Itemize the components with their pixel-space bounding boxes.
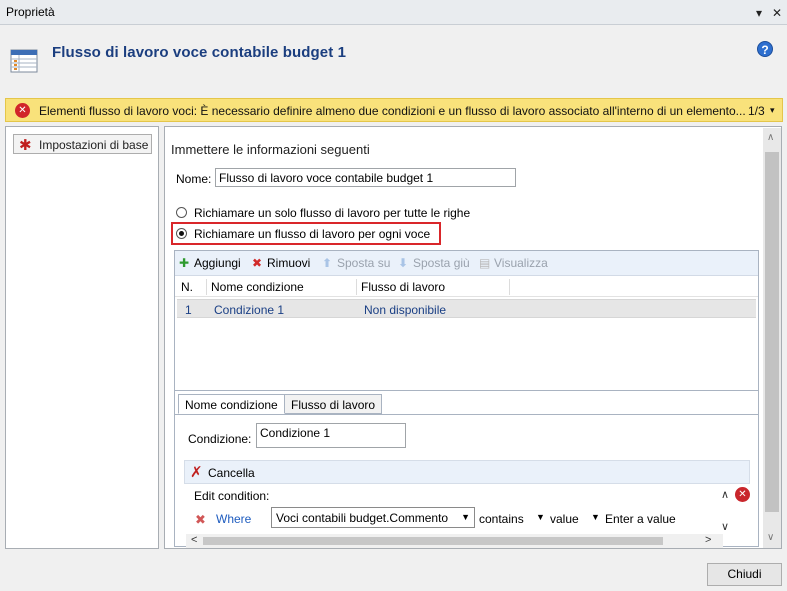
radio-single-workflow-label[interactable]: Richiamare un solo flusso di lavoro per … [194,206,470,220]
table-row[interactable]: 1 Condizione 1 Non disponibile [177,299,756,318]
delete-condition-icon[interactable]: ✕ [735,487,750,502]
error-dropdown-chevron-icon[interactable]: ▾ [770,105,775,116]
horizontal-scrollbar[interactable]: < > [186,534,723,548]
field-select-value: Voci contabili budget.Commento [276,511,449,525]
row-workflow: Non disponibile [364,303,447,317]
column-header-workflow[interactable]: Flusso di lavoro [361,280,445,294]
page-title: Flusso di lavoro voce contabile budget 1 [52,44,347,61]
arrow-up-icon: ⬆ [322,256,333,270]
scrollbar-thumb[interactable] [765,152,779,512]
add-label: Aggiungi [194,256,241,270]
where-link[interactable]: Where [216,512,251,526]
operator-select[interactable]: contains [479,512,524,526]
chevron-down-icon[interactable]: ▼ [591,512,600,522]
condition-label: Condizione: [188,432,252,446]
scroll-down-icon[interactable]: ∨ [721,520,729,533]
column-header-n[interactable]: N. [181,280,193,294]
sidebar-item-base-settings[interactable]: ✱ Impostazioni di base [13,134,152,154]
radio-workflow-per-item[interactable] [176,228,187,239]
move-down-button[interactable]: ⬇ Sposta giù [398,256,470,270]
view-label: Visualizza [494,256,548,270]
conditions-grid: ✚ Aggiungi ✖ Rimuovi ⬆ Sposta su ⬇ Sposta gi… [174,250,759,391]
chevron-down-icon: ▼ [461,512,470,522]
error-icon: ✕ [15,103,30,118]
detail-tab-panel: Nome condizione Flusso di lavoro Condizi… [174,391,759,548]
remove-label: Rimuovi [267,256,311,270]
window-close-icon[interactable]: ✕ [770,7,784,21]
scrollbar-thumb[interactable] [203,537,663,545]
cancel-button[interactable]: Cancella [208,466,255,480]
window-title: Proprietà [6,5,55,19]
move-up-label: Sposta su [337,256,391,270]
tab-divider [175,414,758,415]
column-divider [509,279,510,295]
scroll-down-icon[interactable]: ∨ [767,532,774,543]
cancel-icon[interactable]: ✗ [190,463,203,481]
tab-condition-name[interactable]: Nome condizione [178,394,285,414]
radio-single-workflow[interactable] [176,207,187,218]
workflow-table-icon [10,47,40,75]
scroll-right-icon[interactable]: > [705,534,711,546]
tab-workflow[interactable]: Flusso di lavoro [284,394,383,414]
remove-icon: ✖ [252,256,263,270]
value-input[interactable]: Enter a value [605,512,676,526]
window-titlebar: Proprietà ▾ ✕ [0,0,787,25]
arrow-down-icon: ⬇ [398,256,409,270]
grid-header: N. Nome condizione Flusso di lavoro [175,277,758,297]
help-icon[interactable]: ? [757,41,773,57]
sidebar-item-label: Impostazioni di base [39,138,149,152]
name-field[interactable]: Flusso di lavoro voce contabile budget 1 [215,168,516,187]
add-icon: ✚ [179,256,190,270]
window-menu-chevron-icon[interactable]: ▾ [752,7,766,21]
delete-clause-icon[interactable]: ✖ [195,512,206,528]
column-divider [206,279,207,295]
move-down-label: Sposta giù [413,256,470,270]
column-divider [356,279,357,295]
grid-toolbar: ✚ Aggiungi ✖ Rimuovi ⬆ Sposta su ⬇ Sposta gi… [175,251,758,276]
condition-toolbar: ✗ Cancella [184,460,750,484]
remove-button[interactable]: ✖ Rimuovi [252,256,310,270]
condition-name-field[interactable]: Condizione 1 [256,423,406,448]
add-button[interactable]: ✚ Aggiungi [179,256,241,270]
value-type-select[interactable]: value [550,512,579,526]
edit-condition-label: Edit condition: [194,489,270,503]
name-label: Nome: [176,172,212,186]
main-content-panel: ∧ ∨ Immettere le informazioni seguenti N… [164,126,782,549]
vertical-scrollbar[interactable]: ∧ ∨ [763,128,781,548]
view-button[interactable]: ▤ Visualizza [479,256,548,270]
chevron-down-icon[interactable]: ▼ [536,512,545,522]
error-bar[interactable]: ✕ Elementi flusso di lavoro voci: È nece… [5,98,783,122]
radio-workflow-per-item-label[interactable]: Richiamare un flusso di lavoro per ogni … [194,227,430,241]
error-counter: 1/3 [748,104,765,118]
move-up-button[interactable]: ⬆ Sposta su [322,256,390,270]
view-icon: ▤ [479,256,491,270]
close-button[interactable]: Chiudi [707,563,782,586]
scroll-up-icon[interactable]: ∧ [767,132,774,143]
required-asterisk-icon: ✱ [19,137,32,154]
form-intro-text: Immettere le informazioni seguenti [171,142,370,157]
row-number: 1 [185,303,192,317]
field-select[interactable]: Voci contabili budget.Commento ▼ [271,507,475,528]
scroll-up-icon[interactable]: ∧ [721,488,729,501]
error-message: Elementi flusso di lavoro voci: È necess… [39,104,746,118]
left-nav-panel: ✱ Impostazioni di base [5,126,159,549]
row-condition-name: Condizione 1 [214,303,285,317]
column-header-condition[interactable]: Nome condizione [211,280,304,294]
scroll-left-icon[interactable]: < [191,534,197,546]
